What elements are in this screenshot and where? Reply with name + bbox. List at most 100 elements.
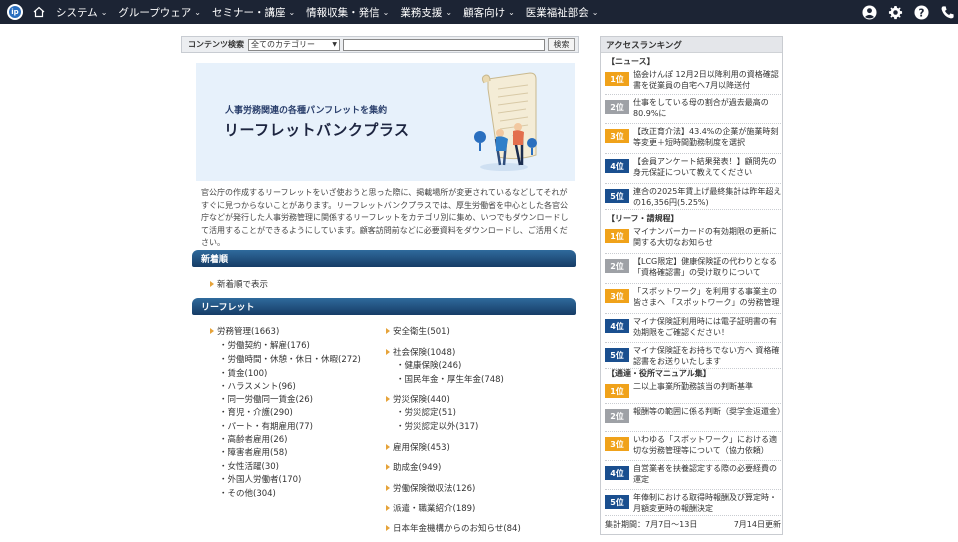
nav-item-business-support[interactable]: 業務支援 ⌄ [400, 5, 452, 20]
user-icon[interactable] [862, 4, 877, 20]
subcategory-link[interactable]: ・女性活躍(30) [219, 460, 279, 472]
nav-item-information[interactable]: 情報収集・発信 ⌄ [306, 5, 389, 20]
ranking-item-title[interactable]: 【会員アンケート結果発表！】顧問先の身元保証について教えてください [633, 157, 783, 178]
ranking-category: 【通達・役所マニュアル集】 [607, 369, 711, 378]
rank-badge: 3位 [605, 437, 629, 451]
triangle-bullet-icon [386, 485, 390, 491]
ranking-item[interactable]: 4位 自営業者を扶養認定する際の必要経費の運定 [605, 462, 781, 490]
search-label: コンテンツ検索 [188, 40, 244, 49]
triangle-bullet-icon [386, 464, 390, 470]
ranking-item[interactable]: 3位 「スポットワーク」を利用する事業主の皆さまへ 「スポットワーク」の労務管理 [605, 285, 781, 314]
ranking-item[interactable]: 5位 連合の2025年賃上げ最終集計は昨年超えの16,356円(5.25%) [605, 185, 781, 210]
category-pension-notices[interactable]: 日本年金機構からのお知らせ(84) [386, 522, 521, 534]
category-select[interactable]: 全てのカテゴリー [248, 38, 340, 51]
ranking-item[interactable]: 1位 二以上事業所勤務該当の判断基準 [605, 380, 781, 404]
category-insurance-collection[interactable]: 労働保険徴収法(126) [386, 482, 475, 494]
subcategory-link[interactable]: ・労働契約・解雇(176) [219, 339, 310, 351]
subcategory-link[interactable]: ・同一労働同一賃金(26) [219, 393, 313, 405]
category-employment-insurance[interactable]: 雇用保険(453) [386, 441, 450, 453]
chevron-down-icon: ⌄ [445, 7, 453, 17]
nav-item-medical-welfare[interactable]: 医業福祉部会 ⌄ [526, 5, 599, 20]
site-logo[interactable]: ip [7, 4, 23, 20]
banner-title: リーフレットバンクプラス [224, 121, 410, 139]
subcategory-link[interactable]: ・労働時間・休憩・休日・休暇(272) [219, 353, 361, 365]
nav-item-seminar[interactable]: セミナー・講座 ⌄ [212, 5, 295, 20]
ranking-title: アクセスランキング [601, 37, 782, 53]
ranking-item-title[interactable]: マイナンバーカードの有効期限の更新に関する大切なお知らせ [633, 227, 783, 248]
ranking-item[interactable]: 3位 いわゆる「スポットワーク」における適切な労務管理等について（協力依頼） [605, 433, 781, 461]
subcategory-link[interactable]: ・労災認定(51) [396, 406, 456, 418]
leaflet-header: リーフレット [192, 298, 576, 315]
content-search-bar: コンテンツ検索 全てのカテゴリー 検索 [181, 36, 579, 53]
category-workers-comp[interactable]: 労災保険(440) [386, 393, 450, 405]
rank-badge: 1位 [605, 229, 629, 243]
nav-item-system[interactable]: システム ⌄ [56, 5, 107, 20]
search-button[interactable]: 検索 [548, 38, 575, 51]
ranking-item-title[interactable]: マイナ保険証をお持ちでない方へ 資格確認書をお送りいたします [633, 346, 783, 367]
subcategory-link[interactable]: ・ハラスメント(96) [219, 380, 296, 392]
subcategory-link[interactable]: ・育児・介護(290) [219, 406, 293, 418]
nav-item-groupware[interactable]: グループウェア ⌄ [118, 5, 201, 20]
ranking-item-title[interactable]: 年俸制における取得時報酬及び算定時・月額変更時の報酬決定 [633, 493, 783, 514]
ranking-item[interactable]: 5位 年俸制における取得時報酬及び算定時・月額変更時の報酬決定 [605, 491, 781, 516]
ranking-item[interactable]: 1位 協会けんぽ 12月2日以降利用の資格確認書を従業員の自宅へ7月以降送付 [605, 68, 781, 95]
category-social-insurance[interactable]: 社会保険(1048) [386, 346, 455, 358]
nav-item-for-customers[interactable]: 顧客向け ⌄ [463, 5, 515, 20]
phone-icon[interactable] [940, 5, 955, 20]
subcategory-link[interactable]: ・パート・有期雇用(77) [219, 420, 313, 432]
ranking-item-title[interactable]: 仕事をしている母の割合が過去最高の80.9%に [633, 98, 783, 119]
rank-badge: 5位 [605, 189, 629, 203]
banner-illustration [474, 72, 537, 171]
subcategory-link[interactable]: ・労災認定以外(317) [396, 420, 478, 432]
category-subsidy[interactable]: 助成金(949) [386, 461, 441, 473]
ranking-item-title[interactable]: 自営業者を扶養認定する際の必要経費の運定 [633, 464, 783, 485]
subcategory-link[interactable]: ・賃金(100) [219, 367, 267, 379]
banner-subtitle: 人事労務関連の各種パンフレットを集約 [225, 106, 388, 116]
search-input[interactable] [343, 38, 545, 51]
ranking-footer: 集計期間：7月7日〜13日 7月14日更新 [605, 519, 781, 530]
ranking-item[interactable]: 2位 仕事をしている母の割合が過去最高の80.9%に [605, 96, 781, 124]
ranking-item-title[interactable]: 報酬等の範囲に係る判断（奨学金返還金） [633, 407, 785, 418]
rank-badge: 4位 [605, 159, 629, 173]
svg-text:?: ? [919, 7, 925, 19]
category-labor-management[interactable]: 労務管理(1663) [210, 325, 279, 337]
subcategory-link[interactable]: ・障害者雇用(58) [219, 446, 287, 458]
ranking-item[interactable]: 2位 報酬等の範囲に係る判断（奨学金返還金） [605, 405, 785, 432]
home-icon[interactable] [33, 6, 45, 18]
ranking-item-title[interactable]: マイナ保険証利用時には電子証明書の有効期限をご確認ください！ [633, 317, 783, 338]
subcategory-link[interactable]: ・高齢者雇用(26) [219, 433, 287, 445]
triangle-bullet-icon [386, 525, 390, 531]
rank-badge: 2位 [605, 409, 629, 423]
triangle-bullet-icon [386, 349, 390, 355]
category-safety[interactable]: 安全衛生(501) [386, 325, 450, 337]
ranking-item-title[interactable]: 二以上事業所勤務該当の判断基準 [633, 382, 783, 393]
ranking-item-title[interactable]: 協会けんぽ 12月2日以降利用の資格確認書を従業員の自宅へ7月以降送付 [633, 70, 783, 91]
ranking-item-title[interactable]: 【改正育介法】43.4%の企業が施業時刻等変更＋短時間勤務制度を選択 [633, 127, 783, 148]
ranking-item[interactable]: 4位 マイナ保険証利用時には電子証明書の有効期限をご確認ください！ [605, 315, 781, 343]
ranking-item[interactable]: 3位 【改正育介法】43.4%の企業が施業時刻等変更＋短時間勤務制度を選択 [605, 125, 781, 154]
subcategory-link[interactable]: ・外国人労働者(170) [219, 473, 301, 485]
ranking-updated: 7月14日更新 [733, 520, 781, 529]
rank-badge: 1位 [605, 384, 629, 398]
subcategory-link[interactable]: ・国民年金・厚生年金(748) [396, 373, 504, 385]
ranking-item[interactable]: 1位 マイナンバーカードの有効期限の更新に関する大切なお知らせ [605, 225, 781, 254]
new-arrivals-link[interactable]: 新着順で表示 [210, 278, 268, 290]
subcategory-link[interactable]: ・その他(304) [219, 487, 276, 499]
ranking-item-title[interactable]: 【LCG限定】健康保険証の代わりとなる「資格確認書」の受け取りについて [633, 257, 783, 278]
rank-badge: 2位 [605, 100, 629, 114]
ranking-item[interactable]: 2位 【LCG限定】健康保険証の代わりとなる「資格確認書」の受け取りについて [605, 255, 781, 284]
ranking-item[interactable]: 4位 【会員アンケート結果発表！】顧問先の身元保証について教えてください [605, 155, 781, 184]
help-icon[interactable]: ? [914, 4, 929, 20]
ranking-category: 【リーフ・請規程】 [607, 214, 679, 223]
ranking-item[interactable]: 5位 マイナ保険証をお持ちでない方へ 資格確認書をお送りいたします [605, 344, 781, 369]
category-dispatch[interactable]: 派遣・職業紹介(189) [386, 502, 475, 514]
subcategory-link[interactable]: ・健康保険(246) [396, 359, 461, 371]
ranking-item-title[interactable]: 「スポットワーク」を利用する事業主の皆さまへ 「スポットワーク」の労務管理 [633, 287, 783, 308]
chevron-down-icon: ⌄ [194, 7, 201, 17]
ranking-item-title[interactable]: いわゆる「スポットワーク」における適切な労務管理等について（協力依頼） [633, 435, 783, 456]
new-arrivals-header: 新着順 [192, 250, 576, 267]
gear-icon[interactable] [888, 5, 903, 20]
access-ranking-panel: アクセスランキング 【ニュース】 1位 協会けんぽ 12月2日以降利用の資格確認書を… [600, 36, 785, 535]
ranking-item-title[interactable]: 連合の2025年賃上げ最終集計は昨年超えの16,356円(5.25%) [633, 187, 783, 208]
rank-badge: 3位 [605, 289, 629, 303]
